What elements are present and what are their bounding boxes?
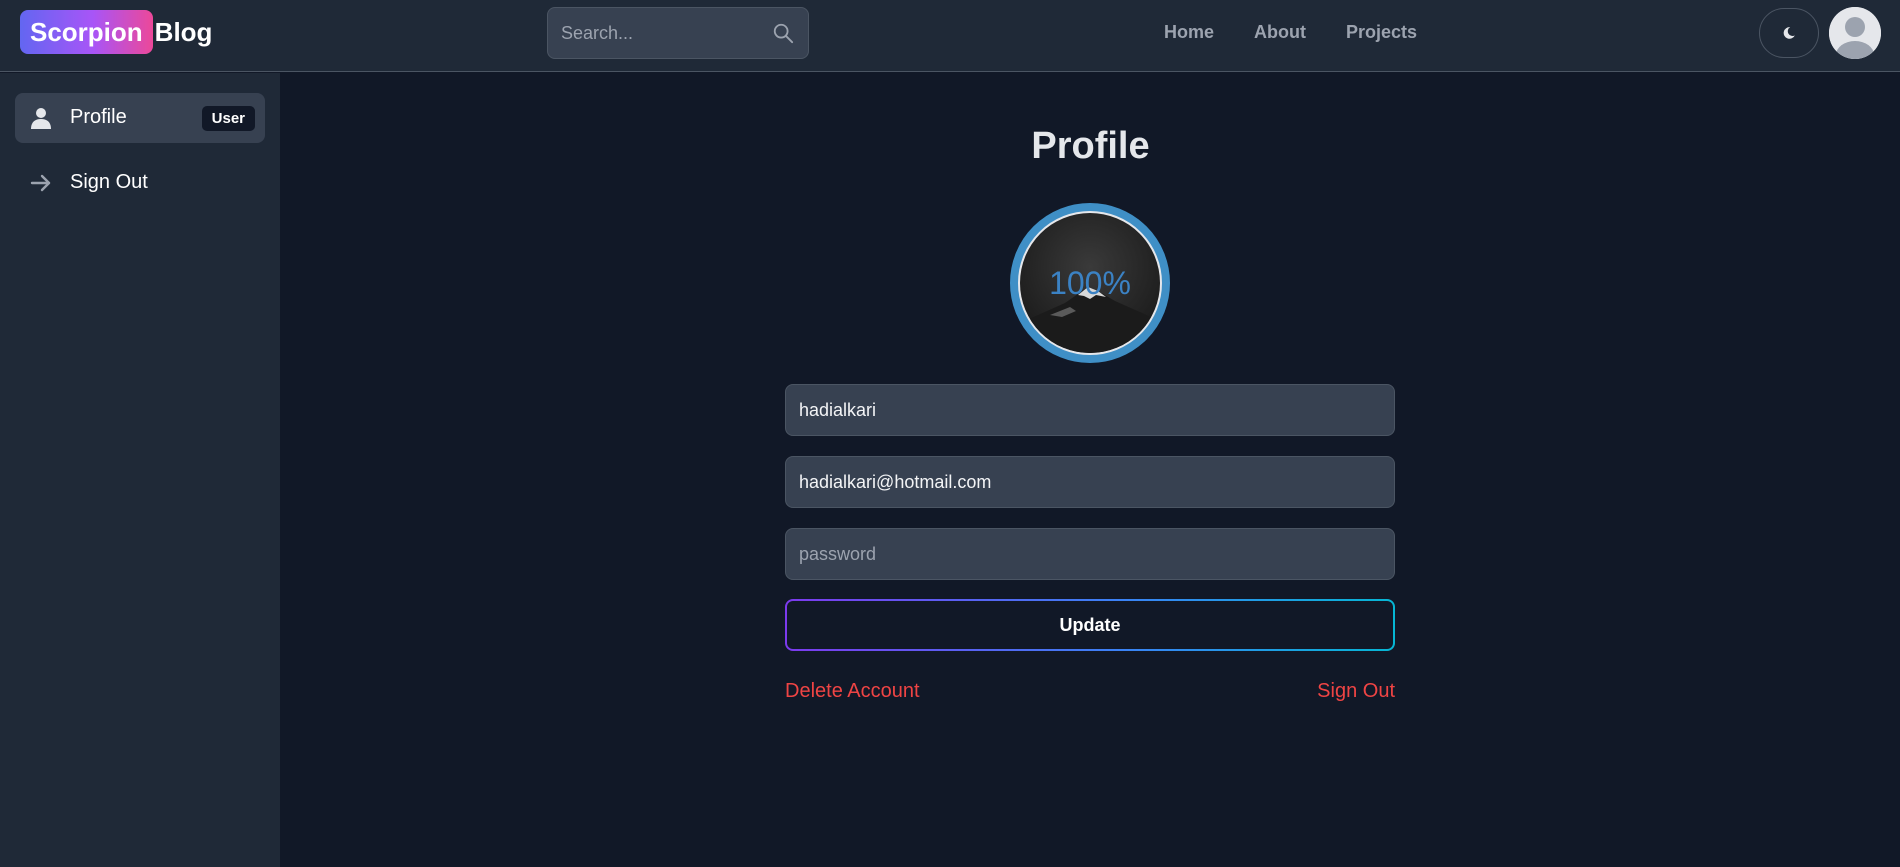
sidebar-item-label: Sign Out <box>70 171 148 193</box>
password-field[interactable] <box>785 528 1395 580</box>
upload-progress-text: 100% <box>1049 264 1131 301</box>
page-title: Profile <box>1031 125 1150 167</box>
default-avatar-icon <box>1829 7 1881 59</box>
theme-toggle-button[interactable] <box>1759 8 1819 58</box>
user-icon <box>31 108 51 129</box>
user-avatar[interactable] <box>1829 7 1881 59</box>
username-field[interactable] <box>785 384 1395 436</box>
nav-home-link[interactable]: Home <box>1164 22 1214 43</box>
nav-about-link[interactable]: About <box>1254 22 1306 43</box>
sign-out-link[interactable]: Sign Out <box>1317 680 1395 703</box>
top-navbar: Scorpion Blog Home About Projects <box>0 0 1900 72</box>
logo-highlight: Scorpion <box>20 10 153 54</box>
profile-picture-upload[interactable]: 100% <box>1010 203 1170 363</box>
sidebar-item-profile[interactable]: Profile User <box>15 93 265 143</box>
moon-icon <box>1783 27 1795 39</box>
role-badge: User <box>201 106 255 131</box>
sidebar-item-signout[interactable]: Sign Out <box>15 158 265 208</box>
search-icon[interactable] <box>772 22 794 44</box>
sidebar-item-label: Profile <box>70 106 127 128</box>
search-box <box>547 7 809 59</box>
arrow-right-icon <box>30 174 51 192</box>
search-input[interactable] <box>548 8 758 58</box>
sidebar: Profile User Sign Out <box>0 73 280 867</box>
update-button[interactable]: Update <box>785 599 1395 651</box>
site-logo[interactable]: Scorpion Blog <box>20 10 212 54</box>
profile-panel: Profile 100% Update Delete A <box>281 73 1900 867</box>
logo-text: Blog <box>154 16 213 47</box>
email-field[interactable] <box>785 456 1395 508</box>
nav-projects-link[interactable]: Projects <box>1346 22 1417 43</box>
delete-account-link[interactable]: Delete Account <box>785 680 920 703</box>
update-button-label: Update <box>787 601 1393 649</box>
main-nav: Home About Projects <box>1164 22 1417 43</box>
